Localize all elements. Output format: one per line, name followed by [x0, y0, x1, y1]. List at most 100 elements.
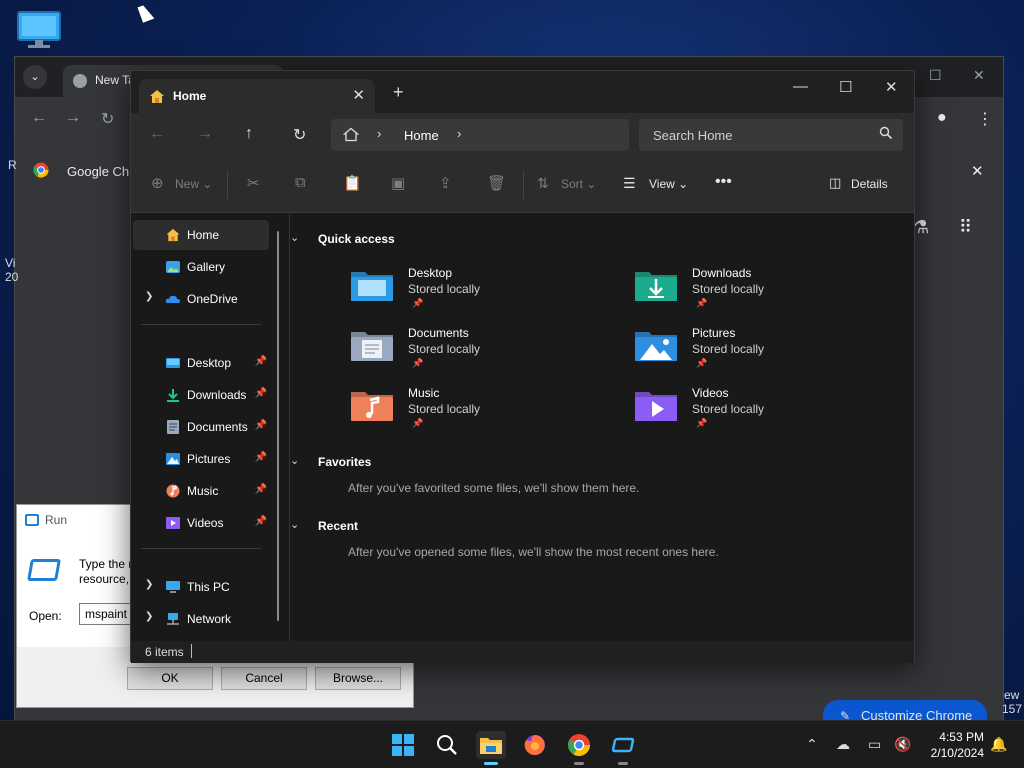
refresh-icon[interactable]: ↻ [293, 125, 306, 145]
nav-item-documents[interactable]: Documents 📌 [133, 412, 269, 442]
chrome-profile-icon[interactable]: ● [937, 109, 947, 127]
google-apps-grid-icon[interactable]: ⠿ [959, 217, 972, 238]
up-arrow-icon[interactable]: ↑ [245, 125, 253, 143]
file-explorer-taskbar-button[interactable] [476, 731, 506, 765]
nav-item-downloads[interactable]: Downloads 📌 [133, 380, 269, 410]
nav-label-documents: Documents [187, 420, 248, 434]
quick-access-pictures[interactable]: Pictures Stored locally 📌 [634, 324, 854, 382]
search-box[interactable]: Search Home [639, 119, 903, 151]
tab-close-icon[interactable]: ✕ [352, 86, 365, 104]
recent-hint: After you've opened some files, we'll sh… [348, 545, 719, 559]
collapse-chevron-icon[interactable]: ⌄ [290, 231, 299, 244]
expand-chevron-icon[interactable]: ❯ [145, 579, 153, 590]
nav-item-onedrive[interactable]: ❯ OneDrive [133, 284, 269, 314]
back-arrow-icon[interactable]: ← [149, 125, 165, 143]
run-browse-button[interactable]: Browse... [315, 667, 401, 690]
run-cancel-button[interactable]: Cancel [221, 667, 307, 690]
firefox-taskbar-button[interactable] [520, 731, 550, 759]
nav-label-pictures: Pictures [187, 452, 231, 466]
notifications-bell-icon[interactable]: 🔔 [990, 736, 1007, 753]
nav-item-home[interactable]: Home [133, 220, 269, 250]
collapse-chevron-icon[interactable]: ⌄ [290, 518, 299, 531]
chrome-taskbar-button[interactable] [564, 731, 594, 765]
quick-access-desktop[interactable]: Desktop Stored locally 📌 [350, 264, 570, 322]
chrome-maximize-icon[interactable]: ☐ [929, 67, 942, 84]
chrome-forward-icon[interactable]: → [65, 109, 81, 127]
quick-access-videos[interactable]: Videos Stored locally 📌 [634, 384, 854, 442]
pictures-icon [166, 453, 180, 465]
music-icon [166, 484, 180, 498]
more-options-icon[interactable]: ••• [715, 173, 732, 191]
quick-access-music[interactable]: Music Stored locally 📌 [350, 384, 570, 442]
section-quick-access[interactable]: ⌄ Quick access [290, 232, 395, 246]
quick-access-name: Videos [692, 386, 729, 400]
view-button[interactable]: View ⌄ [649, 177, 688, 191]
breadcrumb-home[interactable]: Home [404, 128, 439, 143]
labs-flask-icon[interactable]: ⚗ [913, 217, 929, 238]
tab-search-chevron-icon[interactable]: ⌄ [23, 65, 47, 89]
infobar-close-icon[interactable]: ✕ [971, 162, 984, 180]
network-tray-icon[interactable]: ▭ [868, 736, 881, 753]
address-bar[interactable]: › Home › [331, 119, 629, 151]
search-taskbar-button[interactable] [432, 731, 462, 759]
minimize-icon[interactable]: — [793, 78, 808, 95]
pin-icon[interactable]: 📌 [255, 452, 267, 463]
breadcrumb-trailing-chevron-icon[interactable]: › [457, 126, 461, 141]
copy-icon[interactable]: ⧉ [295, 174, 306, 191]
nav-scrollbar[interactable] [277, 231, 279, 621]
breadcrumb-chevron-icon[interactable]: › [377, 126, 381, 141]
delete-icon[interactable]: 🗑 [487, 174, 506, 192]
pin-icon[interactable]: 📌 [255, 356, 267, 367]
forward-arrow-icon[interactable]: → [197, 125, 213, 143]
nav-item-desktop[interactable]: Desktop 📌 [133, 348, 269, 378]
close-icon[interactable]: ✕ [885, 78, 898, 96]
collapse-chevron-icon[interactable]: ⌄ [290, 454, 299, 467]
pin-icon[interactable]: 📌 [255, 484, 267, 495]
details-button[interactable]: Details [851, 177, 888, 191]
maximize-icon[interactable]: ☐ [839, 78, 852, 96]
pin-icon[interactable]: 📌 [255, 516, 267, 527]
quick-access-downloads[interactable]: Downloads Stored locally 📌 [634, 264, 854, 322]
section-recent[interactable]: ⌄ Recent [290, 519, 358, 533]
explorer-tab-home[interactable]: Home ✕ [139, 79, 375, 113]
expand-chevron-icon[interactable]: ❯ [145, 291, 153, 302]
file-explorer-window[interactable]: Home ✕ + — ☐ ✕ ← → ↑ ↻ › Home › Search H… [130, 70, 915, 663]
chrome-back-icon[interactable]: ← [31, 109, 47, 127]
nav-item-music[interactable]: Music 📌 [133, 476, 269, 506]
nav-item-this-pc[interactable]: ❯ This PC [133, 572, 269, 602]
nav-item-network[interactable]: ❯ Network [133, 604, 269, 634]
new-button[interactable]: New ⌄ [175, 177, 212, 191]
start-button[interactable] [388, 731, 418, 759]
show-hidden-icons-chevron-icon[interactable]: ⌃ [806, 736, 818, 753]
expand-chevron-icon[interactable]: ❯ [145, 611, 153, 622]
section-favorites[interactable]: ⌄ Favorites [290, 455, 371, 469]
new-tab-plus-icon[interactable]: + [393, 83, 404, 101]
onedrive-tray-icon[interactable]: ☁ [836, 736, 850, 753]
run-taskbar-button[interactable] [608, 731, 638, 765]
rename-icon[interactable]: ▣ [391, 174, 405, 192]
run-ok-button[interactable]: OK [127, 667, 213, 690]
volume-muted-icon[interactable]: 🔇 [894, 736, 911, 753]
chrome-reload-icon[interactable]: ↻ [101, 109, 114, 129]
this-pc-desktop-icon[interactable] [16, 10, 62, 50]
share-icon[interactable]: ⇪ [439, 174, 452, 192]
quick-access-status: Stored locally [692, 282, 765, 296]
chrome-close-icon[interactable]: ✕ [973, 67, 985, 84]
pictures-folder-icon [635, 332, 677, 361]
sort-button[interactable]: Sort ⌄ [561, 177, 596, 191]
quick-access-documents[interactable]: Documents Stored locally 📌 [350, 324, 570, 382]
quick-access-status: Stored locally [408, 342, 481, 356]
pin-icon[interactable]: 📌 [255, 420, 267, 431]
nav-label-this-pc: This PC [187, 580, 230, 594]
system-clock[interactable]: 4:53 PM 2/10/2024 [922, 729, 984, 761]
paste-icon[interactable]: 📋 [343, 174, 362, 192]
nav-item-videos[interactable]: Videos 📌 [133, 508, 269, 538]
view-label: View [649, 177, 675, 191]
quick-access-name: Desktop [408, 266, 453, 280]
run-open-label: Open: [29, 609, 62, 623]
chrome-menu-icon[interactable]: ⋮ [977, 109, 993, 129]
nav-item-pictures[interactable]: Pictures 📌 [133, 444, 269, 474]
cut-icon[interactable]: ✂ [247, 174, 260, 192]
nav-item-gallery[interactable]: Gallery [133, 252, 269, 282]
pin-icon[interactable]: 📌 [255, 388, 267, 399]
